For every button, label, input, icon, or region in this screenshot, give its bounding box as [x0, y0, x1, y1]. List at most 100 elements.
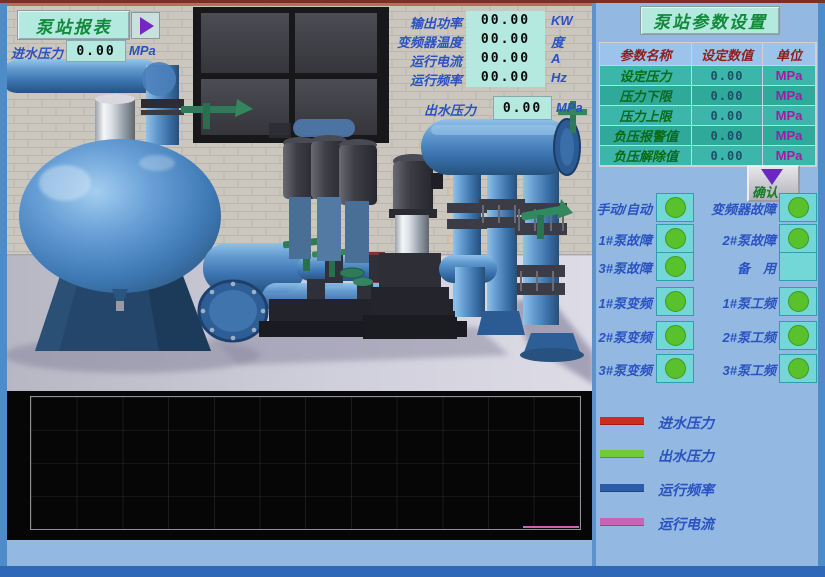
param-unit: MPa — [763, 86, 816, 106]
window-reflection-motor — [269, 123, 291, 138]
pump-base — [363, 315, 457, 339]
status-lamp — [788, 291, 809, 312]
window-pane — [201, 13, 289, 73]
outlet-pressure-label: 出水压力 — [424, 100, 476, 119]
param-setpoint[interactable]: 0.00 — [692, 146, 763, 166]
outlet-pressure-unit: MPa — [556, 100, 583, 115]
status-label-pump1-vfd: 1#泵变频 — [594, 293, 652, 312]
status-lamp-box — [779, 354, 817, 383]
readout-value: 00.00 — [466, 30, 545, 49]
param-name: 压力上限 — [600, 106, 692, 126]
status-label-pump2-vfd: 2#泵变频 — [594, 327, 652, 346]
column-header: 设定数值 — [692, 43, 763, 66]
readout-value: 00.00 — [466, 49, 545, 68]
report-button[interactable]: 泵站报表 — [17, 10, 130, 40]
pump-column — [345, 201, 369, 263]
status-lamp — [788, 228, 809, 249]
status-label-pump2-mains: 2#泵工频 — [688, 327, 776, 346]
status-lamp — [788, 358, 809, 379]
trend-plot-area — [30, 396, 581, 530]
settings-title: 泵站参数设置 — [640, 6, 780, 35]
readout-label: 变频器温度 — [337, 32, 462, 51]
readout-unit: A — [551, 51, 560, 66]
legend-label: 运行频率 — [658, 480, 714, 500]
hmi-screen: 泵站报表 进水压力 0.00 MPa 输出功率 00.00 KW 变频器温度 0… — [0, 0, 825, 577]
panel-divider — [592, 3, 596, 566]
status-lamp-box — [779, 224, 817, 253]
status-lamp-box — [779, 287, 817, 316]
legend-swatch — [600, 450, 644, 458]
param-unit: MPa — [763, 106, 816, 126]
status-label-pump3-vfd: 3#泵变频 — [594, 360, 652, 379]
motor-junction-box — [431, 173, 443, 189]
frame-top — [0, 0, 825, 3]
status-label-spare: 备 用 — [688, 258, 776, 277]
report-open-button[interactable] — [131, 12, 160, 39]
readout-label: 输出功率 — [337, 13, 462, 32]
status-lamp-box — [779, 193, 817, 222]
param-unit: MPa — [763, 126, 816, 146]
pump-motor — [339, 139, 377, 205]
plant-scene: 泵站报表 进水压力 0.00 MPa 输出功率 00.00 KW 变频器温度 0… — [7, 3, 594, 391]
status-label-pump3-mains: 3#泵工频 — [688, 360, 776, 379]
param-name: 负压报警值 — [600, 126, 692, 146]
trend-chart — [7, 391, 594, 540]
frame-bottom — [0, 566, 825, 577]
status-lamp — [665, 325, 686, 346]
pump-column — [289, 197, 311, 259]
status-lamp — [665, 256, 686, 277]
status-lamp — [665, 228, 686, 249]
readout-unit: KW — [551, 13, 573, 28]
status-label-pump3-fault: 3#泵故障 — [594, 258, 652, 277]
frame-right — [818, 3, 825, 577]
status-label-pump2-fault: 2#泵故障 — [688, 230, 776, 249]
status-lamp-box-empty — [779, 252, 817, 281]
legend-label: 进水压力 — [658, 413, 714, 433]
outlet-manifold — [421, 119, 580, 175]
inlet-pressure-label: 进水压力 — [11, 43, 63, 62]
param-unit: MPa — [763, 146, 816, 166]
current-trace — [523, 526, 579, 528]
settings-table: 参数名称 设定数值 单位 设定压力 0.00 MPa 压力下限 0.00 MPa… — [599, 42, 817, 167]
status-lamp — [665, 358, 686, 379]
param-name: 设定压力 — [600, 66, 692, 86]
legend-swatch — [600, 417, 644, 425]
legend-label: 运行电流 — [658, 514, 714, 534]
param-setpoint[interactable]: 0.00 — [692, 126, 763, 146]
param-setpoint[interactable]: 0.00 — [692, 66, 763, 86]
status-label-pump1-fault: 1#泵故障 — [594, 230, 652, 249]
outlet-pressure-value: 0.00 — [493, 96, 552, 120]
param-unit: MPa — [763, 66, 816, 86]
readout-label: 运行频率 — [337, 70, 462, 89]
param-setpoint[interactable]: 0.00 — [692, 106, 763, 126]
inlet-pressure-unit: MPa — [129, 43, 156, 58]
pump-column — [317, 197, 341, 261]
status-lamp-box — [779, 321, 817, 350]
param-setpoint[interactable]: 0.00 — [692, 86, 763, 106]
pump-motor — [393, 161, 433, 217]
play-icon — [140, 17, 154, 35]
status-lamp — [788, 197, 809, 218]
readout-unit: Hz — [551, 70, 567, 85]
status-lamp — [788, 325, 809, 346]
wall-top-trim — [7, 3, 594, 6]
riser-foot — [477, 311, 525, 335]
legend-label: 出水压力 — [658, 446, 714, 466]
param-name: 负压解除值 — [600, 146, 692, 166]
readout-value: 00.00 — [466, 68, 545, 87]
frame-left — [0, 3, 7, 577]
param-name: 压力下限 — [600, 86, 692, 106]
column-header: 单位 — [763, 43, 816, 66]
status-label-pump1-mains: 1#泵工频 — [688, 293, 776, 312]
window-reflection-pipe — [293, 119, 355, 137]
status-lamp — [665, 291, 686, 312]
readout-value: 00.00 — [466, 11, 545, 30]
status-lamp — [665, 197, 686, 218]
inlet-pressure-value: 0.00 — [66, 40, 126, 62]
readout-label: 运行电流 — [337, 51, 462, 70]
legend-swatch — [600, 518, 644, 526]
column-header: 参数名称 — [600, 43, 692, 66]
legend-swatch — [600, 484, 644, 492]
status-label-vfd-fault: 变频器故障 — [688, 199, 776, 218]
pipe-flange — [141, 99, 184, 108]
